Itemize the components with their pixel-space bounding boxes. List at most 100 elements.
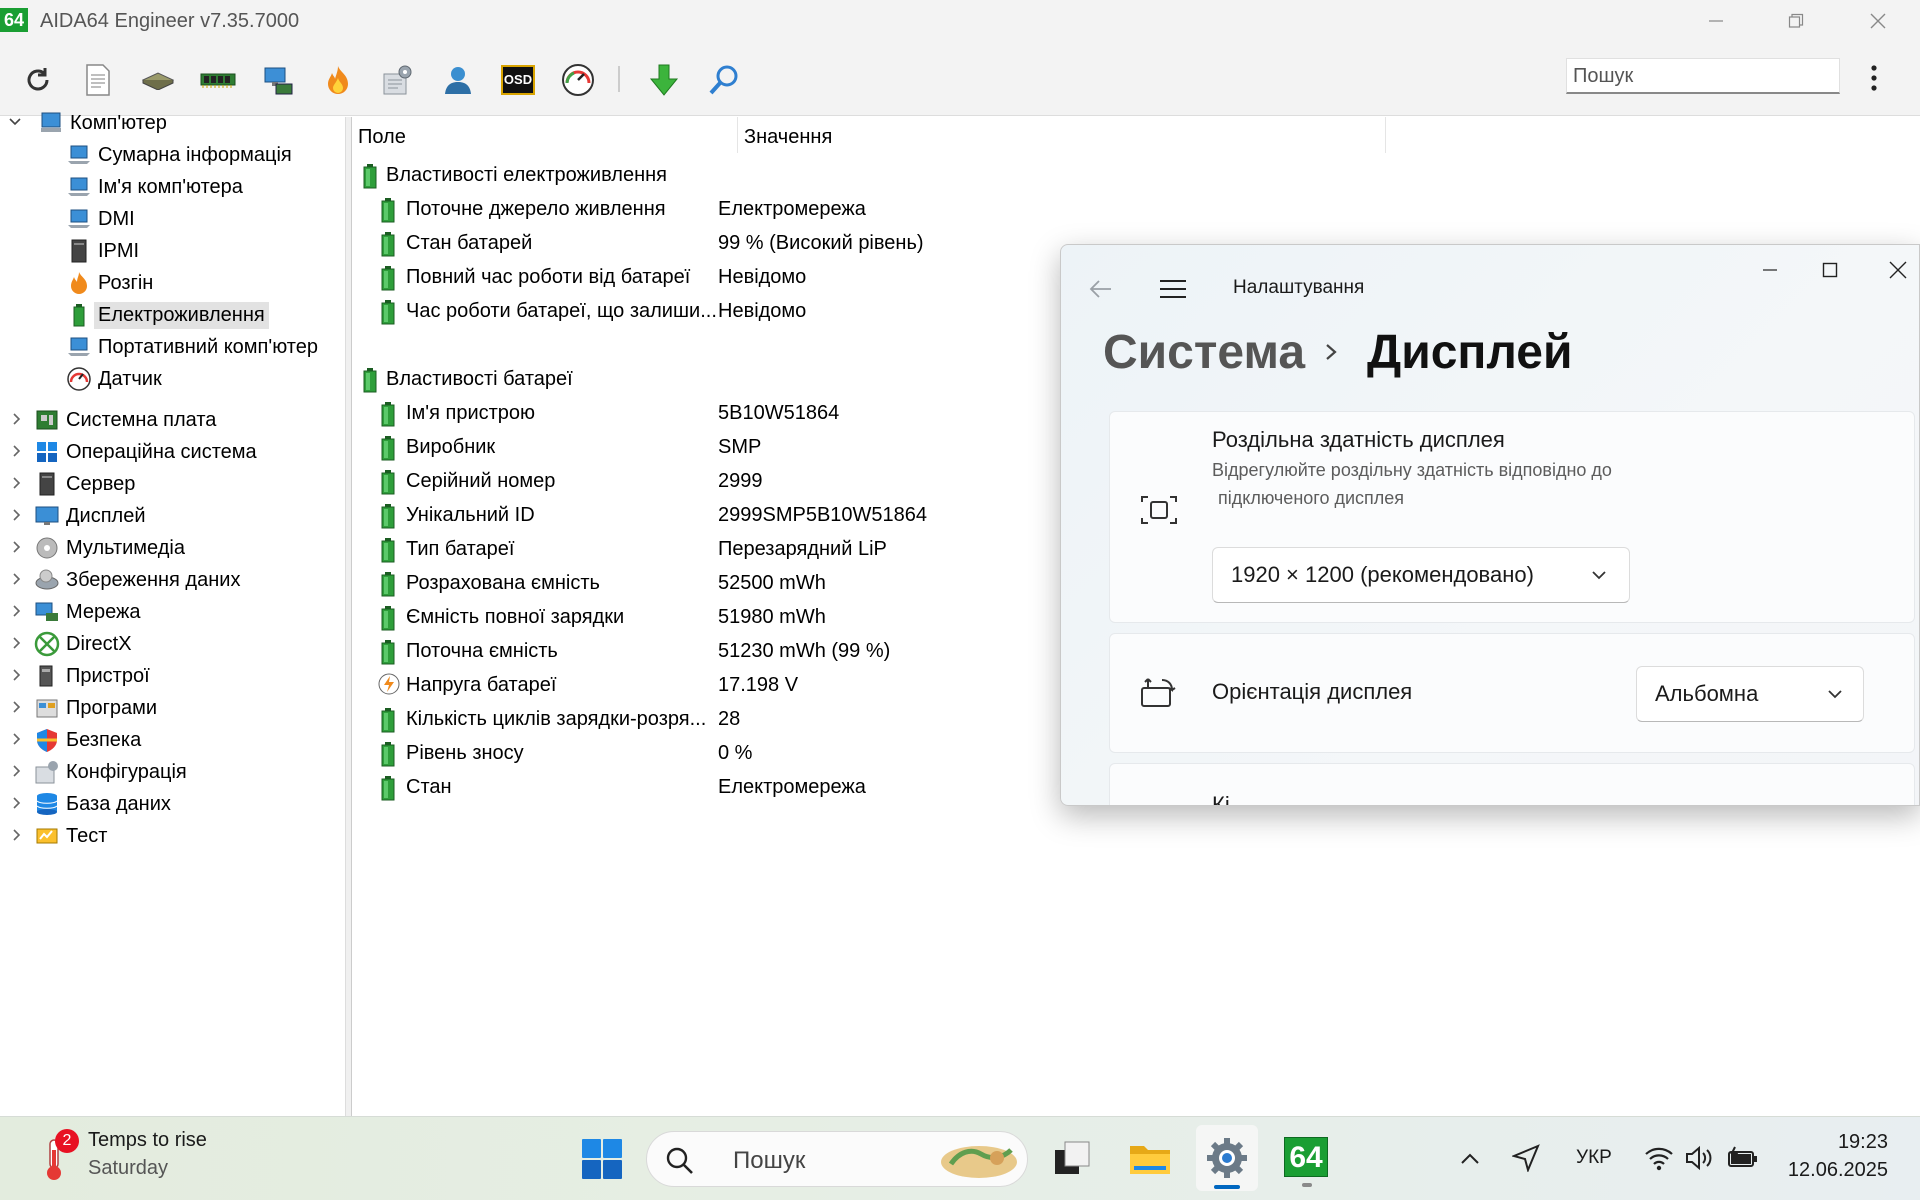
sensor-button[interactable] <box>556 58 600 102</box>
back-button[interactable] <box>1089 279 1113 304</box>
refresh-button[interactable] <box>16 58 60 102</box>
tree-item-group-7[interactable]: DirectX <box>13 629 132 659</box>
tree-item-child-0[interactable]: Сумарна інформація <box>66 140 292 170</box>
search-input[interactable]: Пошук <box>1566 58 1840 94</box>
field-name: Стан батарей <box>406 232 533 254</box>
aida64-taskbar-button[interactable]: 64 <box>1278 1129 1334 1187</box>
clock-date[interactable]: 12.06.2025 <box>1788 1159 1888 1182</box>
tree-item-label: Системна плата <box>66 408 217 431</box>
tree-item-group-8[interactable]: Пристрої <box>13 661 150 691</box>
fire-icon <box>66 270 92 296</box>
battery-button[interactable] <box>1726 1141 1760 1175</box>
taskbar-search-placeholder: Пошук <box>733 1147 806 1174</box>
file-explorer-button[interactable] <box>1122 1131 1178 1185</box>
toolbar-separator <box>618 66 620 92</box>
tree-item-child-5[interactable]: Електроживлення <box>66 300 269 330</box>
tree-item-child-2[interactable]: DMI <box>66 204 135 234</box>
settings-taskbar-button[interactable] <box>1196 1125 1258 1191</box>
tree-item-group-6[interactable]: Мережа <box>13 597 141 627</box>
task-view-button[interactable] <box>1046 1131 1100 1185</box>
more-vertical-icon <box>1871 65 1877 91</box>
field-name: Розрахована ємність <box>406 572 600 594</box>
osd-icon: OSD <box>501 65 535 95</box>
chevron-right-icon <box>13 765 21 777</box>
user-icon <box>445 67 471 94</box>
clock-time[interactable]: 19:23 <box>1838 1131 1888 1154</box>
more-options-button[interactable] <box>1862 60 1886 96</box>
settings-maximize-button[interactable] <box>1807 255 1853 285</box>
report-button[interactable] <box>76 58 120 102</box>
column-header-value[interactable]: Значення <box>738 117 1386 153</box>
board-icon <box>34 407 60 433</box>
osd-button[interactable]: OSD <box>496 58 540 102</box>
tree-item-label: Конфігурація <box>66 760 187 783</box>
next-setting-title: Кі... <box>1212 792 1249 806</box>
tree-item-group-12[interactable]: База даних <box>13 789 171 819</box>
chevron-right-icon <box>13 797 21 809</box>
section-power-properties[interactable]: Властивості електроживлення <box>360 159 1360 193</box>
tree-item-group-1[interactable]: Операційна система <box>13 437 257 467</box>
nav-menu-button[interactable] <box>1159 279 1187 304</box>
tree-item-child-4[interactable]: Розгін <box>66 268 153 298</box>
minimize-icon <box>1709 20 1723 22</box>
flame-icon <box>328 66 348 94</box>
memory-button[interactable] <box>196 58 240 102</box>
battery-icon <box>378 775 398 801</box>
wifi-button[interactable] <box>1642 1141 1676 1175</box>
close-button[interactable] <box>1848 6 1908 36</box>
language-indicator[interactable]: УКР <box>1576 1147 1612 1169</box>
field-value: 99 % (Високий рівень) <box>718 232 924 254</box>
field-name: Серійний номер <box>406 470 556 492</box>
tree-item-group-13[interactable]: Тест <box>13 821 107 851</box>
show-hidden-icons-button[interactable] <box>1456 1145 1484 1173</box>
resolution-dropdown[interactable]: 1920 × 1200 (рекомендовано) <box>1212 547 1630 603</box>
close-icon <box>1889 261 1907 279</box>
tree-item-group-3[interactable]: Дисплей <box>13 501 146 531</box>
overclock-button[interactable] <box>316 58 360 102</box>
field-value: 5B10W51864 <box>718 402 840 424</box>
tree-item-group-4[interactable]: Мультимедіа <box>13 533 185 563</box>
start-button[interactable] <box>574 1131 630 1187</box>
tree-item-group-5[interactable]: Збереження даних <box>13 565 240 595</box>
tree-item-label: База даних <box>66 792 171 815</box>
tree-item-group-0[interactable]: Системна плата <box>13 405 217 435</box>
config-button[interactable] <box>376 58 420 102</box>
download-button[interactable] <box>642 58 686 102</box>
volume-button[interactable] <box>1682 1141 1716 1175</box>
battery-icon <box>378 571 398 597</box>
page-title: Дисплей <box>1367 326 1573 379</box>
settings-minimize-button[interactable] <box>1747 255 1793 285</box>
column-header-field[interactable]: Поле <box>352 117 738 153</box>
tree-item-child-1[interactable]: Ім'я комп'ютера <box>66 172 243 202</box>
orientation-dropdown[interactable]: Альбомна <box>1636 666 1864 722</box>
tree-item-child-6[interactable]: Портативний комп'ютер <box>66 332 318 362</box>
taskbar-search[interactable]: Пошук <box>646 1131 1028 1187</box>
tree-item-group-2[interactable]: Сервер <box>13 469 135 499</box>
restore-button[interactable] <box>1766 6 1826 36</box>
field-name: Рівень зносу <box>406 742 524 764</box>
find-button[interactable] <box>702 58 746 102</box>
settings-window: Налаштування Система Дисплей Роздільна з… <box>1060 244 1920 806</box>
tree-item-group-11[interactable]: Конфігурація <box>13 757 187 787</box>
list-item[interactable]: Поточне джерело живлення Електромережа <box>378 193 1378 227</box>
battery-icon <box>378 605 398 631</box>
resolution-icon <box>1141 496 1177 524</box>
resolution-value: 1920 × 1200 (рекомендовано) <box>1231 562 1534 587</box>
user-button[interactable] <box>436 58 480 102</box>
battery-icon <box>360 163 380 189</box>
tree-item-group-10[interactable]: Безпека <box>13 725 141 755</box>
chevron-right-icon <box>13 541 21 553</box>
tree-item-child-3[interactable]: IPMI <box>66 236 139 266</box>
tree-item-group-9[interactable]: Програми <box>13 693 157 723</box>
weather-widget[interactable]: 2 <box>28 1129 80 1189</box>
network-button[interactable] <box>256 58 300 102</box>
tree-item-computer[interactable]: Комп'ютер <box>9 108 167 138</box>
tree-item-child-7[interactable]: Датчик <box>66 364 162 394</box>
settings-close-button[interactable] <box>1875 255 1919 285</box>
motherboard-button[interactable] <box>136 58 180 102</box>
field-value: SMP <box>718 436 762 458</box>
network-icon <box>34 599 60 625</box>
breadcrumb-system[interactable]: Система <box>1103 325 1305 380</box>
minimize-button[interactable] <box>1686 6 1746 36</box>
location-button[interactable] <box>1510 1141 1542 1175</box>
